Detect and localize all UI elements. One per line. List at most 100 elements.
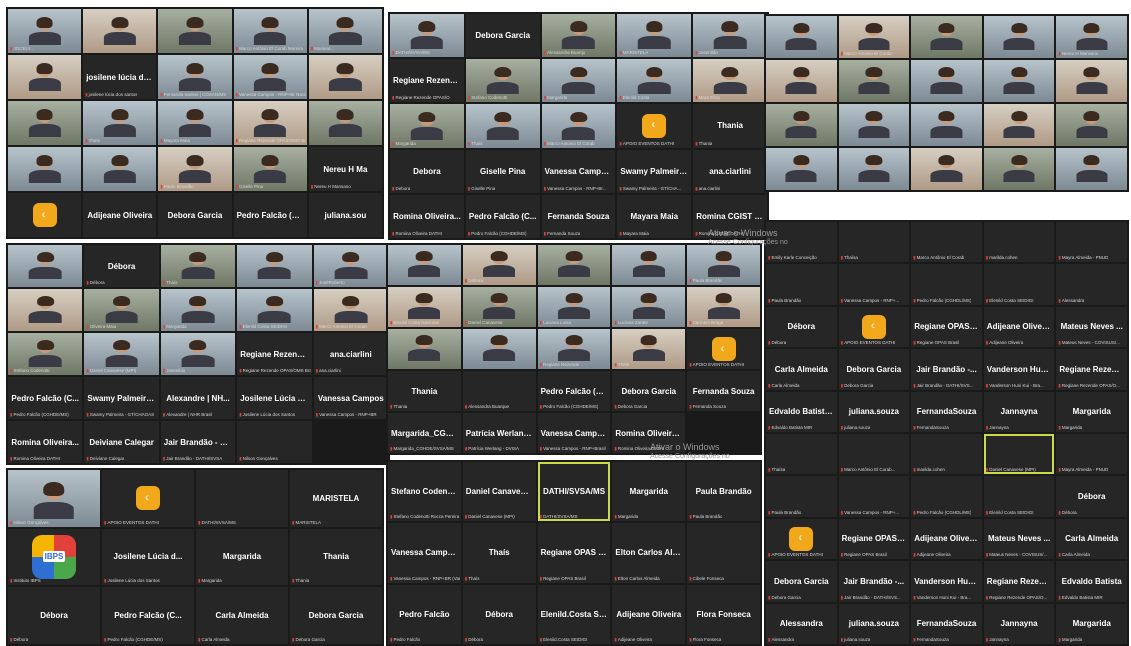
participant-tile[interactable]: Jair Brandão -... ▮Jair Brandão - DATHI/S… [911,349,982,390]
participant-tile[interactable] [911,60,982,102]
participant-tile[interactable]: Débora ▮Débora [8,587,100,644]
participant-tile[interactable]: Josilene Lúcia d... ▮Josilene Lúcia dos S… [102,528,194,586]
participant-tile[interactable]: ▮Elenild Costa SEIDIGI [983,264,1055,305]
participant-tile[interactable] [1056,148,1127,190]
participant-tile[interactable]: ▮Nilson Gonçalves [237,421,312,463]
participant-tile[interactable]: ▮Paula Brandão [766,264,837,305]
participant-tile[interactable]: Romina Oliveira... ▮Romina Oliveira DATHI [390,194,464,238]
participant-tile[interactable]: ▮marilda.cohen [983,222,1055,263]
participant-tile[interactable]: ▮Marco Antonio El Corab [838,16,910,58]
participant-tile[interactable]: ▮Débora [462,245,536,285]
participant-tile[interactable]: Debora ▮Debora [390,149,464,193]
participant-tile[interactable]: Regiane Rezend... ▮Regiane Rezende OPAS/O… [983,561,1055,602]
participant-tile[interactable]: ▮Vanessa Campos - RNP+... [838,264,910,305]
participant-tile[interactable] [1056,60,1127,102]
participant-tile[interactable]: ▮Vanessa Campos - RNP+... [838,476,910,517]
participant-tile[interactable]: ▮Marco Antonio El Corab [541,104,616,148]
participant-tile[interactable]: ▮Regiane Rezende [537,329,611,369]
participant-tile[interactable]: FernandaSouza ▮FernandaSouza [911,603,982,644]
participant-tile[interactable]: Pedro Falcão (C... [233,193,307,237]
participant-tile[interactable]: Edvaldo Batista ▮Edvaldo Batista MIR [1056,561,1127,602]
participant-tile[interactable]: ▮Paulo Brandão [158,147,232,191]
participant-tile[interactable] [8,147,82,191]
participant-tile[interactable]: Regiane OPAS Br... ▮Regiane OPAS Brasil [537,523,611,583]
participant-tile[interactable]: ▮Marco Antônio El Corab... [838,434,910,475]
participant-tile[interactable]: Debora Garcia ▮Debora Garcia [612,371,686,411]
participant-tile[interactable] [83,9,157,53]
participant-tile[interactable]: ▮Fernanda Santos | COSAN/MS [158,55,232,99]
participant-tile[interactable]: ▮Mayara Maia [158,101,232,145]
participant-tile[interactable]: Thania ▮Thania [388,371,461,411]
participant-tile[interactable]: Giselle Pina ▮Giselle Pina [465,149,540,193]
participant-tile[interactable]: Edvaldo Batista... ▮Edvaldo Batista MIR [766,391,837,432]
participant-tile[interactable]: ▮Alessandra Buarqu [541,14,616,58]
participant-tile[interactable]: josilene lúcia do... ▮josilene lúcia dos … [83,55,157,99]
participant-tile[interactable]: Alessandra ▮Alessandra [766,603,837,644]
participant-tile[interactable]: IBPS ▮Instituto IBPS [8,528,100,586]
participant-tile[interactable]: ☾ ▮APOIO EVENTOS DATHI [687,329,760,369]
participant-tile[interactable] [838,148,910,190]
participant-tile[interactable]: DATHI/SVSA/MS ▮DATHI/SVSA/MS [537,462,611,522]
participant-tile[interactable]: Swamy Palmeira... ▮Swamy Palmeira - GT/CH… [84,377,159,419]
participant-tile[interactable] [308,101,382,145]
participant-tile[interactable]: Pedro Falcão (C... ▮Pedro Falcão (CGHDE/M… [102,587,194,644]
participant-tile[interactable]: Regiane Rezend... ▮Regiane Rezende OPAS/O… [237,333,312,375]
participant-tile[interactable]: Thaís ▮Thaís [462,523,536,583]
participant-tile[interactable]: ▮Paula Brandão [687,245,760,285]
participant-tile[interactable]: Carla Almeida ▮Carla Almeida [1056,518,1127,560]
participant-tile[interactable] [766,104,837,146]
participant-tile[interactable]: Mayara Maia ▮Mayara Maia [617,194,692,238]
participant-tile[interactable]: ana.ciarlini ▮ana.ciarlini [693,149,767,193]
participant-tile[interactable]: ▮Alessandra Buarque [462,371,536,411]
participant-tile[interactable]: ▮Alessandra [1056,264,1127,305]
participant-tile[interactable]: Elenild.Costa SEI... ▮Elenild.Costa SEIDI… [537,584,611,644]
participant-tile[interactable]: Jannayna ▮Jannayna [983,603,1055,644]
participant-tile[interactable]: Vanessa Campos ▮Vanessa Campos - RNP+BR [313,377,388,419]
participant-tile[interactable]: Deiviane Calegar ▮Deiviane Calegar [84,421,159,463]
participant-tile[interactable]: juliana.souza ▮juliana.souza [838,603,910,644]
participant-tile[interactable]: Fernanda Souza ▮Fernanda Souza [687,371,760,411]
participant-tile[interactable]: ana.ciarlini ▮ana.ciarlini [313,333,388,375]
participant-tile[interactable]: Vanessa Campos... ▮Vanessa Campos - RNP+B… [537,413,611,453]
participant-tile[interactable] [308,55,382,99]
participant-tile[interactable]: Margarida ▮Margarida [1056,603,1127,644]
participant-tile[interactable]: ▮Luciana Luisa [537,287,611,327]
participant-tile[interactable]: Débora ▮Débora [1056,476,1127,517]
participant-tile[interactable]: Josilene Lúcia d... ▮Josilene Lúcia dos S… [237,377,312,419]
participant-tile[interactable]: Regiane OPAS B... ▮Regiane OPAS Brasil [911,306,982,348]
participant-tile[interactable]: Pedro Falcão (C... ▮Pedro Falcão (CGHDE/M… [465,194,540,238]
participant-tile[interactable]: ▮Daniel Canavese [462,287,536,327]
participant-tile[interactable] [8,101,82,145]
participant-tile[interactable]: MARISTELA ▮MARISTELA [290,470,382,527]
participant-tile[interactable]: ▮Cibele Fonseca [687,523,760,583]
participant-tile[interactable] [83,147,157,191]
participant-tile[interactable]: ▮Stefano Codenotti [8,333,83,375]
participant-tile[interactable]: Vanderson Huni... ▮Vanderson Huni Kui - B… [911,561,982,602]
participant-tile[interactable]: ▮Elenild Costa [617,59,692,103]
participant-tile[interactable] [983,16,1055,58]
participant-tile[interactable]: Jair Brandão - D... ▮Jair Brandão - DATHI… [160,421,236,463]
participant-tile[interactable] [1056,104,1127,146]
participant-tile[interactable]: ▮Josenildo [693,14,767,58]
participant-tile[interactable]: ▮Thaísa [838,222,910,263]
participant-tile[interactable]: Adijeane Oliveira ▮Adijeane Oliveira [983,306,1055,348]
participant-tile[interactable]: ▮DATHI/SVSA/MS [390,14,464,58]
participant-tile[interactable]: ▮Margarida [390,104,464,148]
participant-tile[interactable]: Debora Garcia ▮Debora Garcia [766,561,837,602]
participant-tile[interactable] [8,245,83,287]
participant-tile[interactable]: Carla Almeida ▮Carla Almeida [196,587,288,644]
participant-tile[interactable]: ☾ ▮APOIO EVENTOS DATHI [102,470,194,527]
participant-tile[interactable]: ▮MARISTELA [617,14,692,58]
participant-tile[interactable]: Fernanda Souza ▮Fernanda Souza [541,194,616,238]
participant-tile[interactable]: juliana.souza ▮juliana.souza [838,391,910,432]
participant-tile[interactable]: ▮Carmem Braga [687,287,760,327]
participant-tile[interactable] [158,9,232,53]
participant-tile[interactable]: ▮DATHI/SVSA/MS [196,470,288,527]
participant-tile[interactable] [8,55,82,99]
participant-tile[interactable]: Romina Oliveira... ▮Romina Oliveira DATHI [8,421,83,463]
participant-tile[interactable]: Elton Carlos Alm... ▮Elton Carlos Almeida [612,523,686,583]
participant-tile[interactable]: Debora Garcia ▮Debora Garcia [290,587,382,644]
participant-tile[interactable]: Débora ▮Débora [766,306,837,348]
participant-tile[interactable]: ▮Thaís [465,104,540,148]
participant-tile[interactable]: ▮Pedro Falcão (CGHDL/MS) [911,476,982,517]
